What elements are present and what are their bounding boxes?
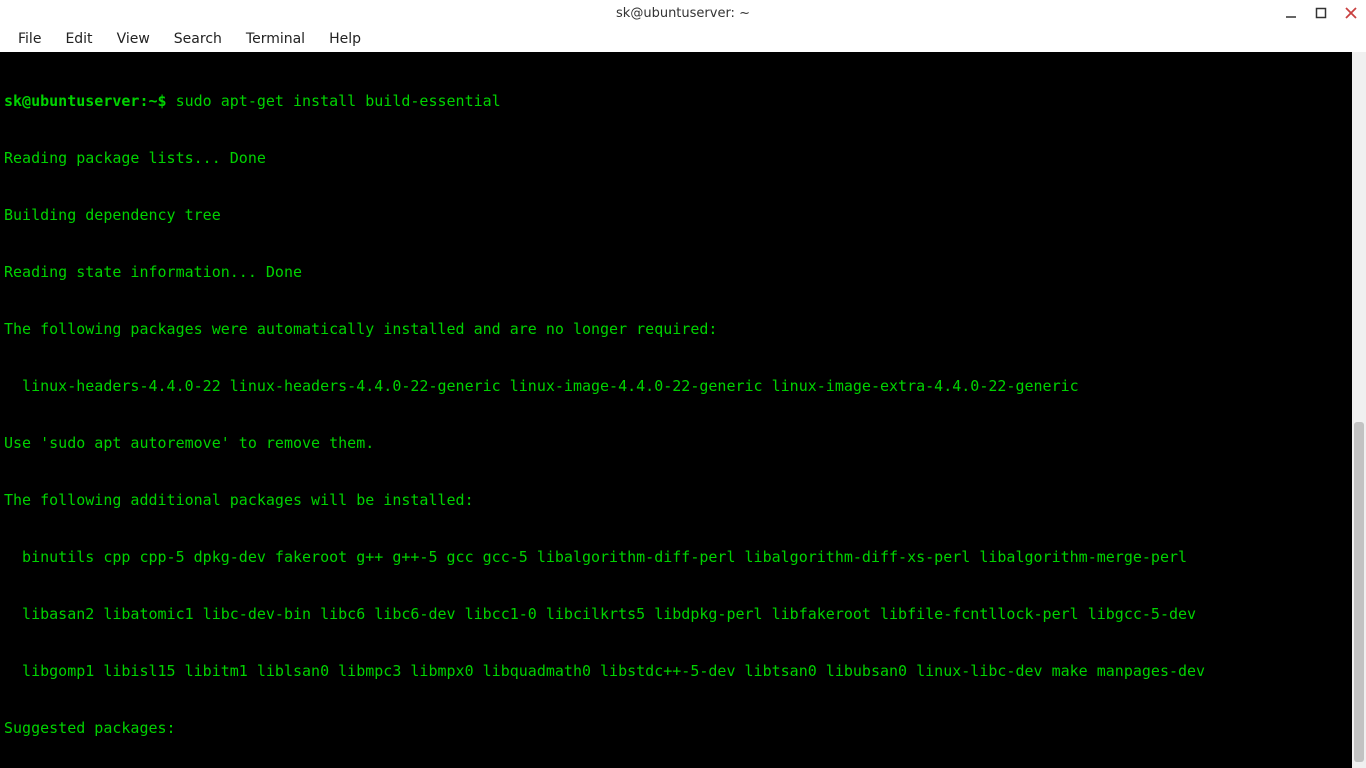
scrollbar-thumb[interactable] [1354,422,1364,762]
terminal-line: The following additional packages will b… [4,491,1362,510]
terminal-line: Reading package lists... Done [4,149,1362,168]
terminal-viewport[interactable]: sk@ubuntuserver:~$ sudo apt-get install … [0,52,1366,768]
minimize-icon[interactable] [1282,4,1300,22]
menu-edit[interactable]: Edit [55,29,102,49]
terminal-line: linux-headers-4.4.0-22 linux-headers-4.4… [4,377,1362,396]
close-icon[interactable] [1342,4,1360,22]
menu-view[interactable]: View [107,29,160,49]
menu-help[interactable]: Help [319,29,371,49]
terminal-line: libasan2 libatomic1 libc-dev-bin libc6 l… [4,605,1362,624]
maximize-icon[interactable] [1312,4,1330,22]
terminal-line: Use 'sudo apt autoremove' to remove them… [4,434,1362,453]
terminal-line: sk@ubuntuserver:~$ sudo apt-get install … [4,92,1362,111]
scrollbar-track[interactable] [1352,52,1366,768]
menubar: File Edit View Search Terminal Help [0,26,1366,52]
shell-prompt: sk@ubuntuserver:~$ [4,92,176,110]
menu-file[interactable]: File [8,29,51,49]
terminal-line: The following packages were automaticall… [4,320,1362,339]
window-title: sk@ubuntuserver: ~ [616,6,750,21]
terminal-line: Suggested packages: [4,719,1362,738]
menu-terminal[interactable]: Terminal [236,29,315,49]
menu-search[interactable]: Search [164,29,232,49]
terminal-line: Building dependency tree [4,206,1362,225]
terminal-line: libgomp1 libisl15 libitm1 liblsan0 libmp… [4,662,1362,681]
shell-command: sudo apt-get install build-essential [176,92,501,110]
terminal-line: binutils cpp cpp-5 dpkg-dev fakeroot g++… [4,548,1362,567]
window-controls [1282,0,1360,26]
terminal-line: Reading state information... Done [4,263,1362,282]
window-titlebar: sk@ubuntuserver: ~ [0,0,1366,26]
